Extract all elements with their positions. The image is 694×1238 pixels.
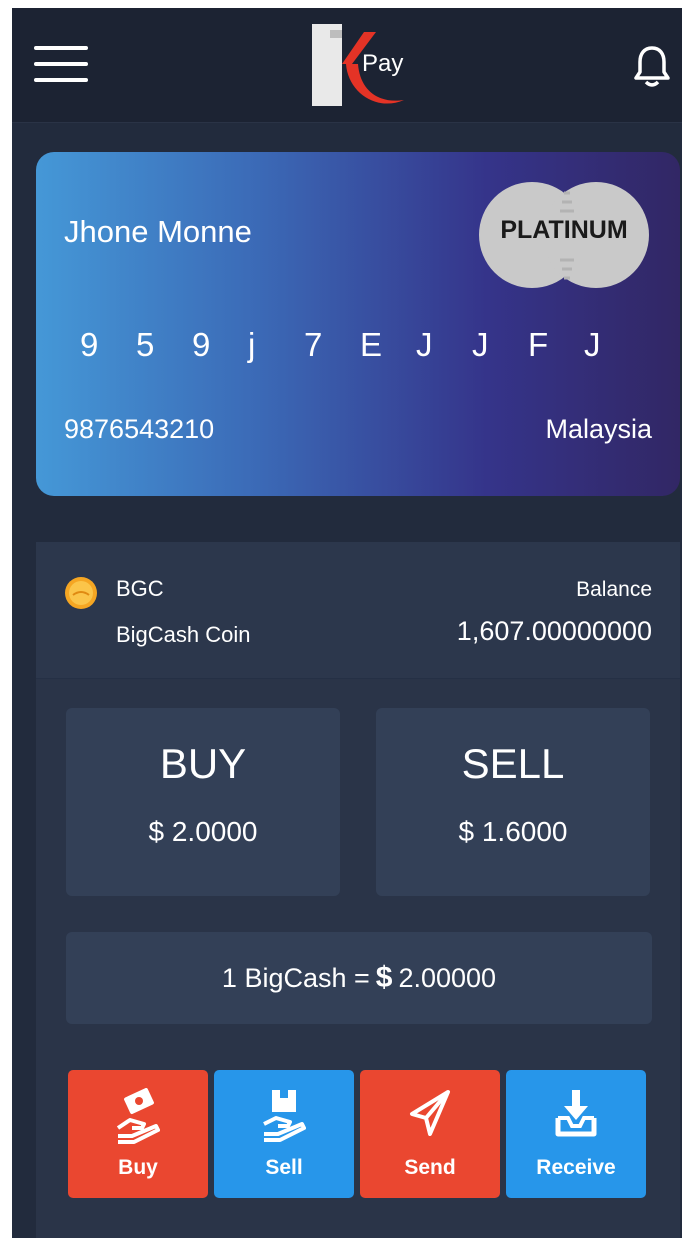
rate-currency: $ [375,961,393,994]
card-number-char: J [584,326,601,363]
paper-plane-icon [410,1090,450,1136]
platinum-badge: PLATINUM [474,180,654,290]
app-screen: Pay Jhone Monne PLATINUM 9 5 9 j 7 E J J… [12,8,682,1238]
card-number-char: 5 [136,326,155,363]
send-button[interactable]: Send [360,1070,500,1198]
receive-button-label: Receive [536,1156,616,1179]
exchange-rate-box: 1 BigCash = $ 2.00000 [66,932,652,1024]
coin-icon [65,577,97,609]
balance-value: 1,607.00000000 [456,616,652,646]
card-number-char: F [528,326,549,363]
sell-price-title: SELL [461,740,565,787]
hand-box-icon [263,1090,306,1142]
rate-prefix: 1 BigCash = [221,962,370,993]
card-holder-name: Jhone Monne [64,214,252,249]
card-number-char: j [248,326,256,363]
download-tray-icon [555,1090,597,1137]
balance-label: Balance [576,578,652,601]
buy-price-value: $ 2.0000 [148,816,258,847]
card-number-char: 7 [304,326,323,363]
card-number-char: J [416,326,433,363]
card-tier-label: PLATINUM [500,216,628,244]
coin-symbol: BGC [116,576,164,601]
card-number-char: 9 [80,326,99,363]
hamburger-menu-icon[interactable] [34,42,90,86]
coin-name: BigCash Coin [116,622,251,647]
receive-button[interactable]: Receive [506,1070,646,1198]
rate-value: 2.00000 [398,962,497,993]
buy-price-box[interactable]: BUY $ 2.0000 [66,708,340,896]
kpay-logo: Pay [306,20,416,112]
hand-money-icon [116,1088,160,1144]
card-number-char: E [360,326,383,363]
card-number-char: J [472,326,489,363]
send-button-label: Send [404,1156,456,1179]
sell-price-box[interactable]: SELL $ 1.6000 [376,708,650,896]
logo-text: Pay [362,50,404,77]
sell-button[interactable]: Sell [214,1070,354,1198]
sell-price-value: $ 1.6000 [458,816,568,847]
buy-price-title: BUY [159,740,247,787]
card-account-id: 9876543210 [64,414,215,444]
notification-bell-icon[interactable] [634,44,670,88]
buy-button[interactable]: Buy [68,1070,208,1198]
coin-header: BGC BigCash Coin Balance 1,607.00000000 [36,542,680,679]
coin-panel: BGC BigCash Coin Balance 1,607.00000000 … [36,542,680,1238]
sell-button-label: Sell [265,1156,303,1179]
card-number: 9 5 9 j 7 E J J F J [80,326,640,364]
wallet-card: Jhone Monne PLATINUM 9 5 9 j 7 E J J F J… [36,152,680,496]
card-country: Malaysia [545,414,652,444]
buy-button-label: Buy [118,1156,158,1179]
top-bar: Pay [12,8,682,123]
card-number-char: 9 [192,326,211,363]
